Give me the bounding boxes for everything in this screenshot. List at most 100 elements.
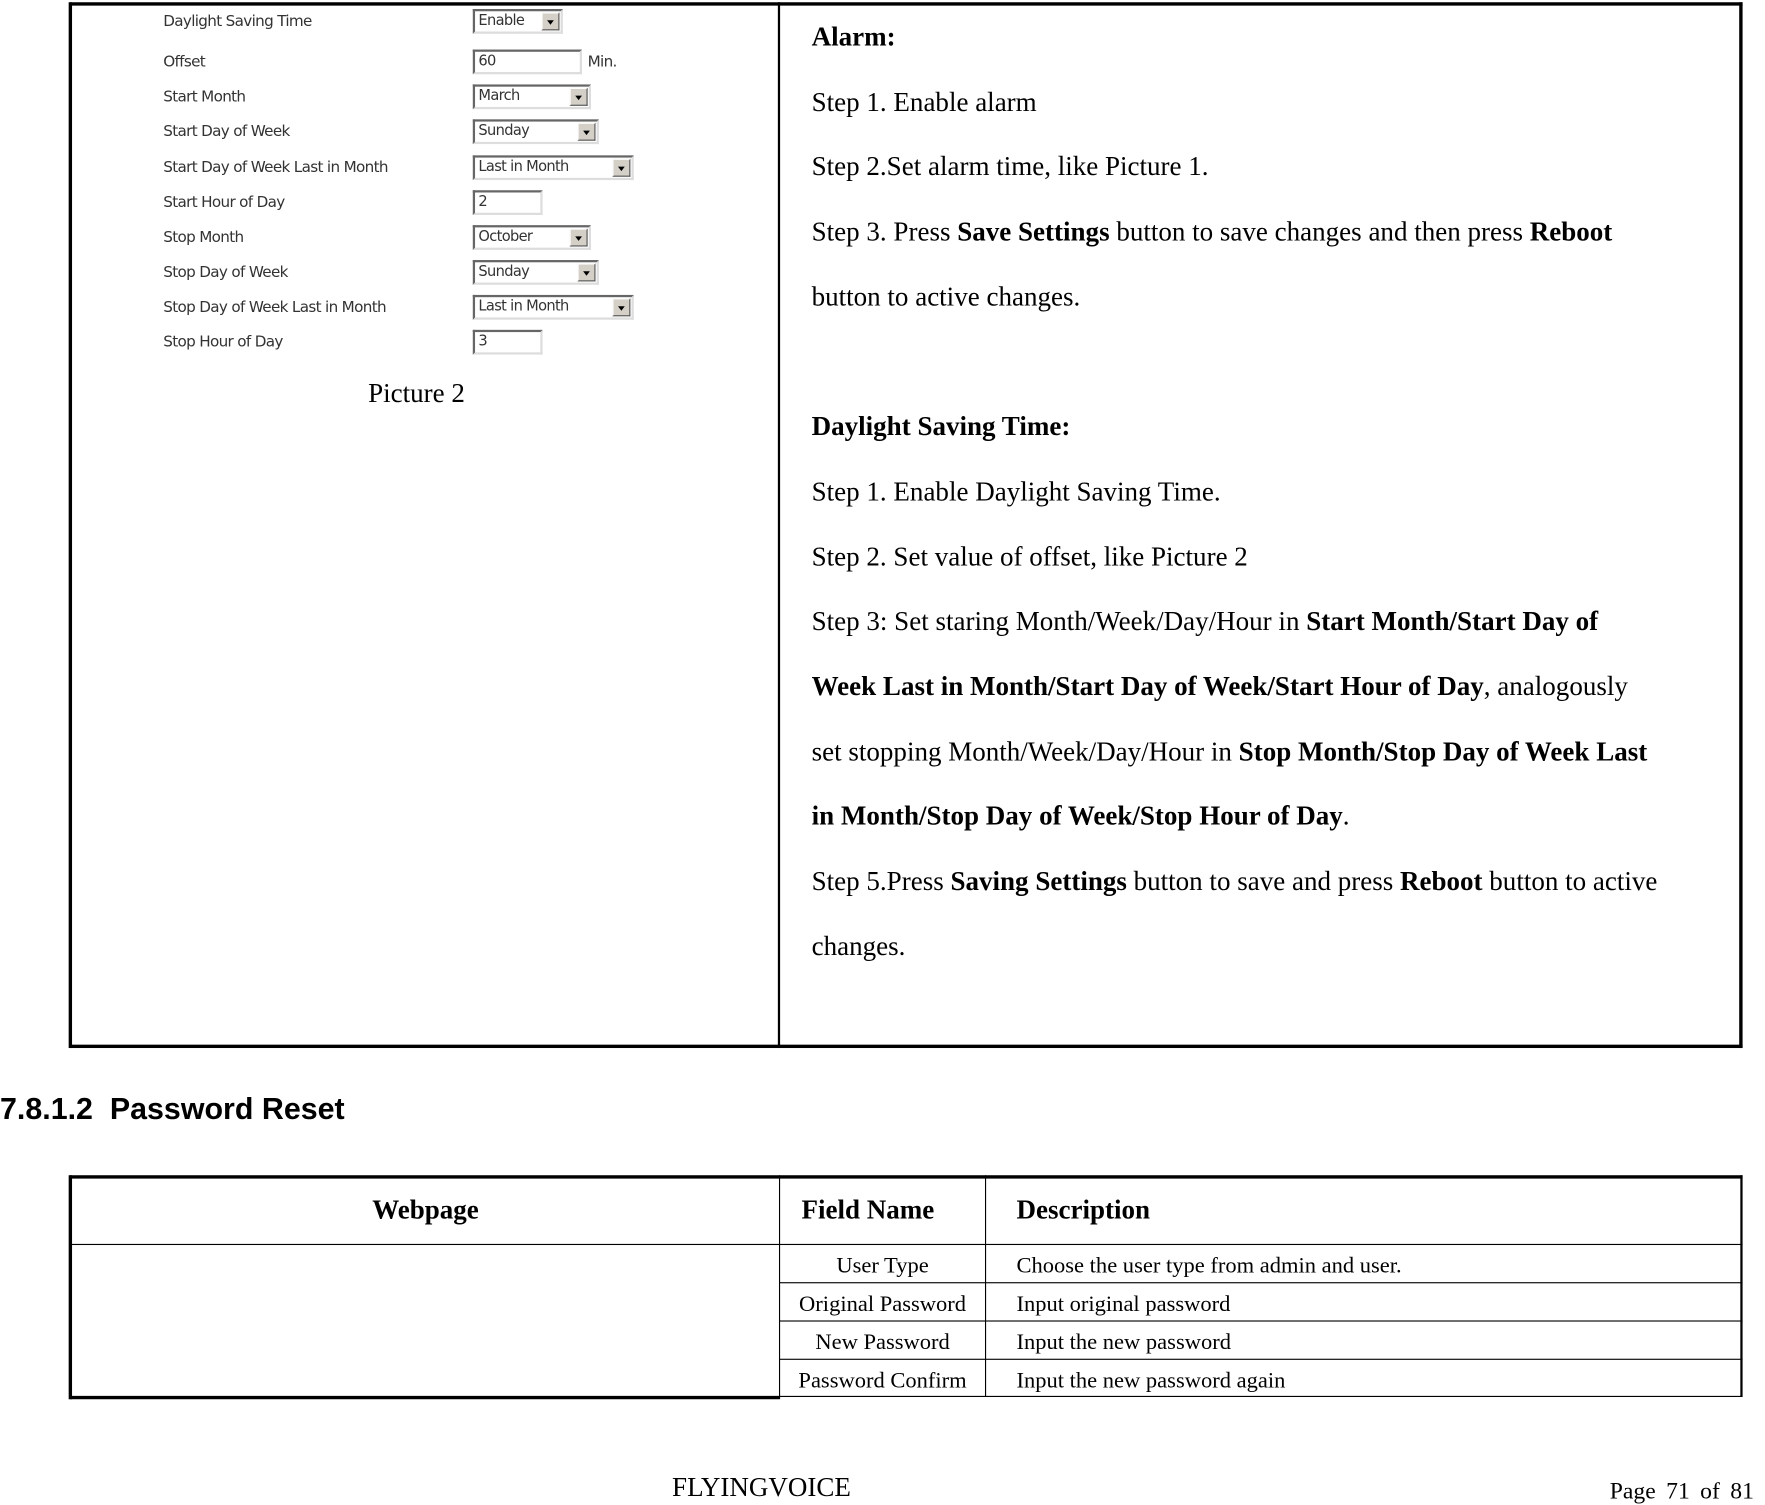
field-label: Start Day of Week Last in Month [163, 158, 388, 177]
chevron-down-icon[interactable] [612, 298, 631, 317]
instruction-line: Step 2. Set value of offset, like Pictur… [812, 543, 1248, 573]
text-input[interactable]: 2 [472, 190, 543, 216]
field-value: Enable [478, 12, 525, 30]
dropdown-select[interactable]: Last in Month [472, 155, 634, 181]
footer-brand: FLYINGVOICE [672, 1473, 851, 1503]
bold-text: Saving Settings [950, 867, 1127, 897]
dropdown-select[interactable]: Last in Month [472, 294, 634, 320]
table-divider [778, 1358, 1743, 1360]
bold-text: Stop Month/Stop Day of Week Last [1238, 737, 1648, 767]
dropdown-select[interactable]: Sunday [472, 119, 599, 145]
bold-text: Reboot [1529, 217, 1613, 248]
header-field-name: Field Name [801, 1196, 935, 1226]
text-input[interactable]: 3 [472, 329, 543, 355]
field-label: Start Hour of Day [163, 193, 285, 212]
bold-text: Save Settings [957, 217, 1110, 248]
text: set stopping Month/Week/Day/Hour in [811, 737, 1239, 767]
instruction-line: Alarm: [812, 23, 896, 53]
instruction-line: Week Last in Month/Start Day of Week/Sta… [812, 673, 1628, 703]
field-label: Offset [163, 52, 206, 71]
bold-text: Daylight Saving Time: [811, 412, 1071, 443]
dropdown-select[interactable]: Sunday [472, 260, 599, 285]
instruction-line: Step 5.Press Saving Settings button to s… [812, 867, 1658, 897]
text: . [1342, 802, 1350, 832]
field-name-cell: Original Password [799, 1291, 967, 1317]
chevron-down-icon[interactable] [569, 87, 588, 106]
document-page: Daylight Saving Time Enable Offset 60 Min. St… [0, 0, 1765, 1504]
table-divider [778, 1175, 781, 1397]
table-divider [778, 1282, 1743, 1284]
bold-text: Alarm: [811, 23, 896, 53]
instruction-line: Step 2.Set alarm time, like Picture 1. [812, 153, 1209, 183]
page-label: Page [1609, 1476, 1656, 1504]
field-label: Stop Day of Week Last in Month [163, 298, 386, 317]
text: button to active changes. [811, 282, 1081, 313]
text: button to save and press [1126, 867, 1401, 897]
chevron-down-icon[interactable] [569, 228, 588, 247]
field-value: Sunday [478, 263, 530, 281]
chevron-down-icon[interactable] [577, 122, 596, 141]
text: changes. [811, 932, 906, 962]
field-label: Stop Day of Week [163, 263, 288, 282]
page-number: Page 71 of 81 [1610, 1477, 1754, 1505]
page-current: 71 [1666, 1476, 1690, 1504]
table-border [69, 1044, 1743, 1049]
instruction-line: button to active changes. [812, 283, 1081, 313]
table-border [1739, 2, 1743, 1049]
field-value: Last in Month [478, 298, 569, 316]
dropdown-select[interactable]: Enable [472, 9, 563, 34]
table-border [68, 2, 73, 1049]
bold-text: in Month/Stop Day of Week/Stop Hour of D… [811, 802, 1343, 832]
instruction-line: Step 1. Enable Daylight Saving Time. [812, 478, 1221, 508]
field-value: October [478, 228, 533, 246]
text: Step 2. Set value of offset, like Pictur… [811, 542, 1248, 572]
field-value: 3 [478, 333, 488, 351]
description-cell: Input original password [1016, 1291, 1231, 1317]
text-input[interactable]: 60 [472, 49, 582, 75]
description-cell: Choose the user type from admin and user… [1016, 1253, 1402, 1279]
text: Step 1. Enable Daylight Saving Time. [811, 477, 1221, 508]
instruction-line: Step 1. Enable alarm [812, 88, 1037, 118]
chevron-down-icon[interactable] [577, 263, 596, 282]
field-label: Stop Hour of Day [163, 333, 283, 352]
table-border [69, 2, 1743, 6]
field-value: Sunday [478, 122, 530, 140]
table-border [778, 1395, 1743, 1397]
field-label: Stop Month [163, 228, 244, 247]
field-value: 60 [478, 52, 496, 70]
text: button to save changes and then press [1109, 217, 1530, 248]
chevron-down-icon[interactable] [541, 12, 560, 31]
picture-caption: Picture 2 [368, 379, 465, 409]
text: Step 2.Set alarm time, like Picture 1. [811, 152, 1209, 183]
dropdown-select[interactable]: October [472, 225, 591, 250]
text: Step 3: Set staring Month/Week/Day/Hour … [811, 607, 1307, 637]
header-description: Description [1016, 1196, 1151, 1226]
dropdown-select[interactable]: March [472, 84, 591, 110]
table-border [69, 1175, 1743, 1179]
field-value: March [478, 87, 520, 105]
field-name-cell: Password Confirm [798, 1368, 967, 1394]
description-cell: Input the new password [1016, 1330, 1231, 1355]
bold-text: Start Month/Start Day of [1306, 607, 1599, 637]
instruction-line: Step 3. Press Save Settings button to sa… [812, 218, 1613, 248]
unit-label: Min. [587, 52, 618, 71]
text: Step 5.Press [811, 867, 951, 897]
field-name-cell: User Type [836, 1253, 929, 1279]
field-label: Start Day of Week [163, 122, 290, 141]
table-border [69, 1395, 781, 1400]
text: , analogously [1483, 672, 1628, 702]
instruction-line: Step 3: Set staring Month/Week/Day/Hour … [812, 608, 1598, 638]
text: Step 1. Enable alarm [811, 88, 1037, 118]
section-heading: 7.8.1.2 Password Reset [0, 1091, 345, 1126]
bold-text: Week Last in Month/Start Day of Week/Sta… [811, 672, 1484, 702]
instruction-line: changes. [812, 932, 906, 962]
field-value: Last in Month [478, 158, 569, 176]
header-webpage: Webpage [372, 1196, 479, 1226]
field-name-cell: New Password [815, 1330, 950, 1355]
text: button to active [1482, 867, 1658, 897]
field-label: Daylight Saving Time [163, 12, 312, 31]
chevron-down-icon[interactable] [612, 158, 631, 177]
field-value: 2 [478, 193, 488, 211]
text: Step 3. Press [811, 217, 958, 248]
table-divider [69, 1243, 1743, 1246]
